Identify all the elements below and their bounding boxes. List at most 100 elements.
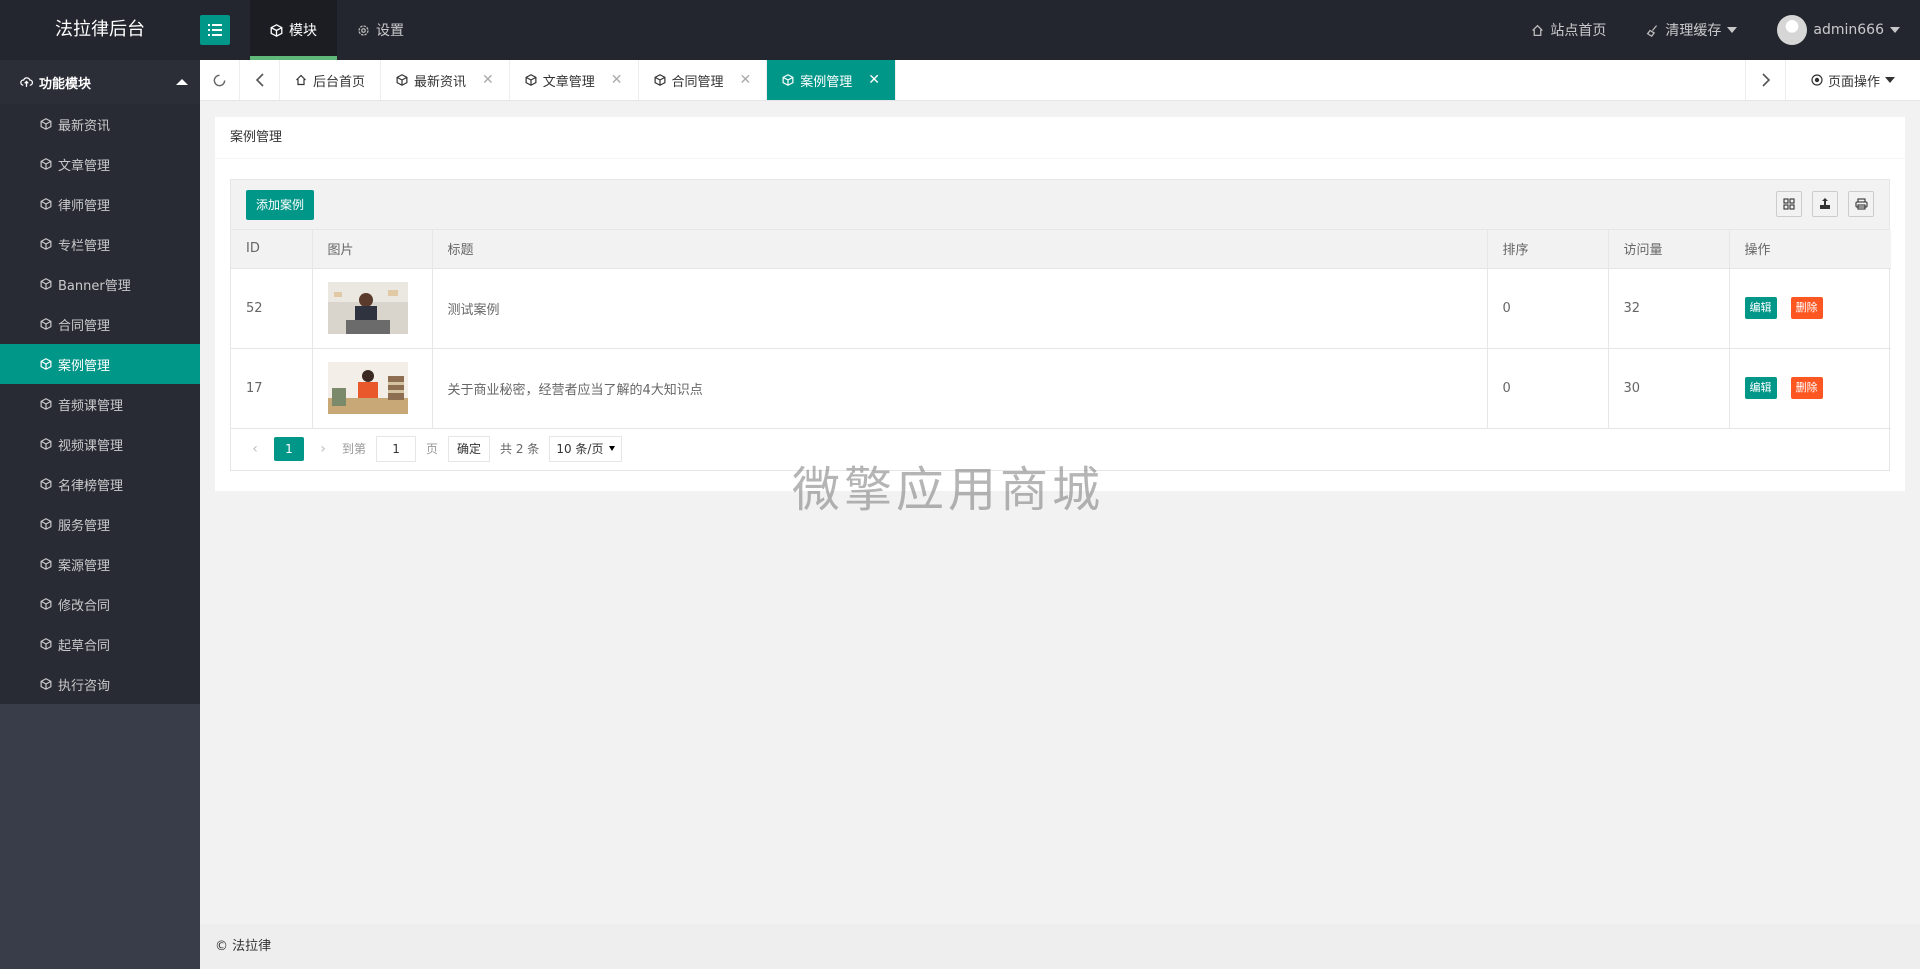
- sidebar-item-label: 专栏管理: [58, 238, 111, 254]
- sidebar-item-label: 案源管理: [58, 558, 111, 574]
- sidebar: 功能模块 最新资讯 文章管理 律师管理 专栏管理 Banner管理 合同管理 案…: [0, 60, 200, 969]
- goto-confirm-button[interactable]: 确定: [448, 435, 491, 462]
- page-ops-dropdown[interactable]: 页面操作: [1785, 60, 1920, 100]
- sidebar-item-label: Banner管理: [58, 278, 131, 294]
- tab-articles[interactable]: 文章管理 ✕: [510, 60, 639, 100]
- topnav-modules[interactable]: 模块: [250, 0, 337, 60]
- sidebar-item-services[interactable]: 服务管理: [0, 504, 200, 544]
- col-header-image[interactable]: 图片: [312, 230, 433, 269]
- current-page[interactable]: 1: [274, 436, 304, 461]
- topnav-settings[interactable]: 设置: [337, 0, 424, 60]
- cube-icon: [396, 74, 408, 86]
- total-count: 共 2 条: [500, 442, 540, 456]
- cube-icon: [40, 398, 52, 410]
- sidebar-item-enforcement[interactable]: 执行咨询: [0, 664, 200, 704]
- close-icon[interactable]: ✕: [740, 72, 752, 88]
- close-icon[interactable]: ✕: [868, 72, 880, 88]
- sidebar-list: 最新资讯 文章管理 律师管理 专栏管理 Banner管理 合同管理 案例管理 音…: [0, 104, 200, 704]
- sidebar-item-label: 音频课管理: [58, 398, 124, 414]
- top-header: 法拉律后台 模块 设置 站点首页 清理缓存 admin666: [0, 0, 1920, 60]
- delete-button[interactable]: 删除: [1790, 377, 1823, 399]
- sidebar-item-cases[interactable]: 案例管理: [0, 344, 200, 384]
- table-row: 52 测试案例 0 32 编辑 删除: [231, 268, 1891, 349]
- cube-icon: [40, 238, 52, 250]
- cube-icon: [40, 478, 52, 490]
- tab-news[interactable]: 最新资讯 ✕: [381, 60, 510, 100]
- col-header-actions[interactable]: 操作: [1729, 230, 1891, 269]
- sidebar-item-news[interactable]: 最新资讯: [0, 104, 200, 144]
- tab-contracts[interactable]: 合同管理 ✕: [639, 60, 768, 100]
- sidebar-item-columns[interactable]: 专栏管理: [0, 224, 200, 264]
- cell-title: 关于商业秘密，经营者应当了解的4大知识点: [432, 348, 1488, 429]
- chevron-down-icon: [609, 446, 616, 451]
- refresh-button[interactable]: [200, 60, 240, 100]
- col-header-sort[interactable]: 排序: [1487, 230, 1609, 269]
- column-filter-button[interactable]: [1776, 191, 1802, 217]
- close-icon[interactable]: ✕: [482, 72, 494, 88]
- sidebar-item-lawyers[interactable]: 律师管理: [0, 184, 200, 224]
- export-button[interactable]: [1812, 191, 1838, 217]
- edit-button[interactable]: 编辑: [1744, 377, 1777, 399]
- menu-toggle-button[interactable]: [200, 15, 230, 45]
- chevron-left-icon: [255, 73, 265, 87]
- cube-icon: [40, 158, 52, 170]
- table-toolbar: 添加案例: [231, 180, 1889, 230]
- table-header-row: ID 图片 标题 排序 访问量 操作: [231, 230, 1891, 269]
- home-icon: [295, 74, 307, 86]
- col-header-id[interactable]: ID: [231, 230, 313, 269]
- tab-home[interactable]: 后台首页: [280, 60, 382, 100]
- tab-label: 合同管理: [671, 74, 724, 90]
- sidebar-item-video[interactable]: 视频课管理: [0, 424, 200, 464]
- avatar: [1777, 15, 1808, 45]
- broom-icon: [1646, 24, 1659, 37]
- sidebar-item-draft-contract[interactable]: 起草合同: [0, 624, 200, 664]
- page-size-value: 10 条/页: [556, 441, 604, 456]
- sidebar-item-modify-contract[interactable]: 修改合同: [0, 584, 200, 624]
- cube-icon: [40, 278, 52, 290]
- sidebar-group-header[interactable]: 功能模块: [0, 60, 200, 104]
- edit-button[interactable]: 编辑: [1744, 297, 1777, 319]
- sidebar-item-label: 最新资讯: [58, 118, 111, 134]
- sidebar-item-articles[interactable]: 文章管理: [0, 144, 200, 184]
- watermark: 微擎应用商城: [792, 462, 1105, 518]
- user-menu[interactable]: admin666: [1757, 0, 1920, 60]
- site-home-link[interactable]: 站点首页: [1511, 0, 1626, 60]
- sidebar-item-case-source[interactable]: 案源管理: [0, 544, 200, 584]
- chevron-down-icon: [1727, 27, 1738, 33]
- clear-cache-dropdown[interactable]: 清理缓存: [1626, 0, 1757, 60]
- next-page-button[interactable]: ›: [314, 441, 332, 457]
- prev-page-button[interactable]: ‹: [246, 441, 264, 457]
- add-case-button[interactable]: 添加案例: [246, 190, 315, 220]
- page-suffix: 页: [426, 442, 439, 456]
- data-table: 添加案例 ID 图片 标题 排序 访问量 操作 52 测试案例 0 32 编辑 …: [230, 179, 1891, 471]
- delete-button[interactable]: 删除: [1790, 297, 1823, 319]
- page-size-select[interactable]: 10 条/页: [549, 435, 623, 462]
- col-header-title[interactable]: 标题: [432, 230, 1488, 269]
- sidebar-item-label: 律师管理: [58, 198, 111, 214]
- radio-dot-icon: [1811, 74, 1823, 86]
- goto-page-input[interactable]: 1: [376, 435, 417, 462]
- site-home-label: 站点首页: [1550, 23, 1607, 39]
- sidebar-group-label: 功能模块: [39, 76, 92, 92]
- cube-icon: [40, 518, 52, 530]
- export-icon: [1819, 198, 1831, 210]
- cube-icon: [40, 438, 52, 450]
- cell-sort: 0: [1487, 348, 1609, 429]
- tabs-scroll-right-button[interactable]: [1745, 60, 1785, 100]
- sidebar-item-audio[interactable]: 音频课管理: [0, 384, 200, 424]
- print-button[interactable]: [1848, 191, 1874, 217]
- chevron-down-icon: [1885, 77, 1895, 83]
- content-card: 案例管理 添加案例 ID 图片 标题 排序 访问量 操作 52 测试案例 0 3…: [215, 117, 1905, 491]
- sidebar-item-ranking[interactable]: 名律榜管理: [0, 464, 200, 504]
- col-header-views[interactable]: 访问量: [1608, 230, 1730, 269]
- cell-title: 测试案例: [432, 268, 1488, 349]
- tabs-scroll-left-button[interactable]: [240, 60, 280, 100]
- sidebar-item-contracts[interactable]: 合同管理: [0, 304, 200, 344]
- cube-icon: [40, 678, 52, 690]
- sidebar-item-label: 执行咨询: [58, 678, 111, 694]
- sidebar-item-banner[interactable]: Banner管理: [0, 264, 200, 304]
- printer-icon: [1854, 198, 1868, 210]
- tab-cases[interactable]: 案例管理 ✕: [767, 60, 897, 100]
- close-icon[interactable]: ✕: [611, 72, 623, 88]
- cell-actions: 编辑 删除: [1729, 348, 1891, 429]
